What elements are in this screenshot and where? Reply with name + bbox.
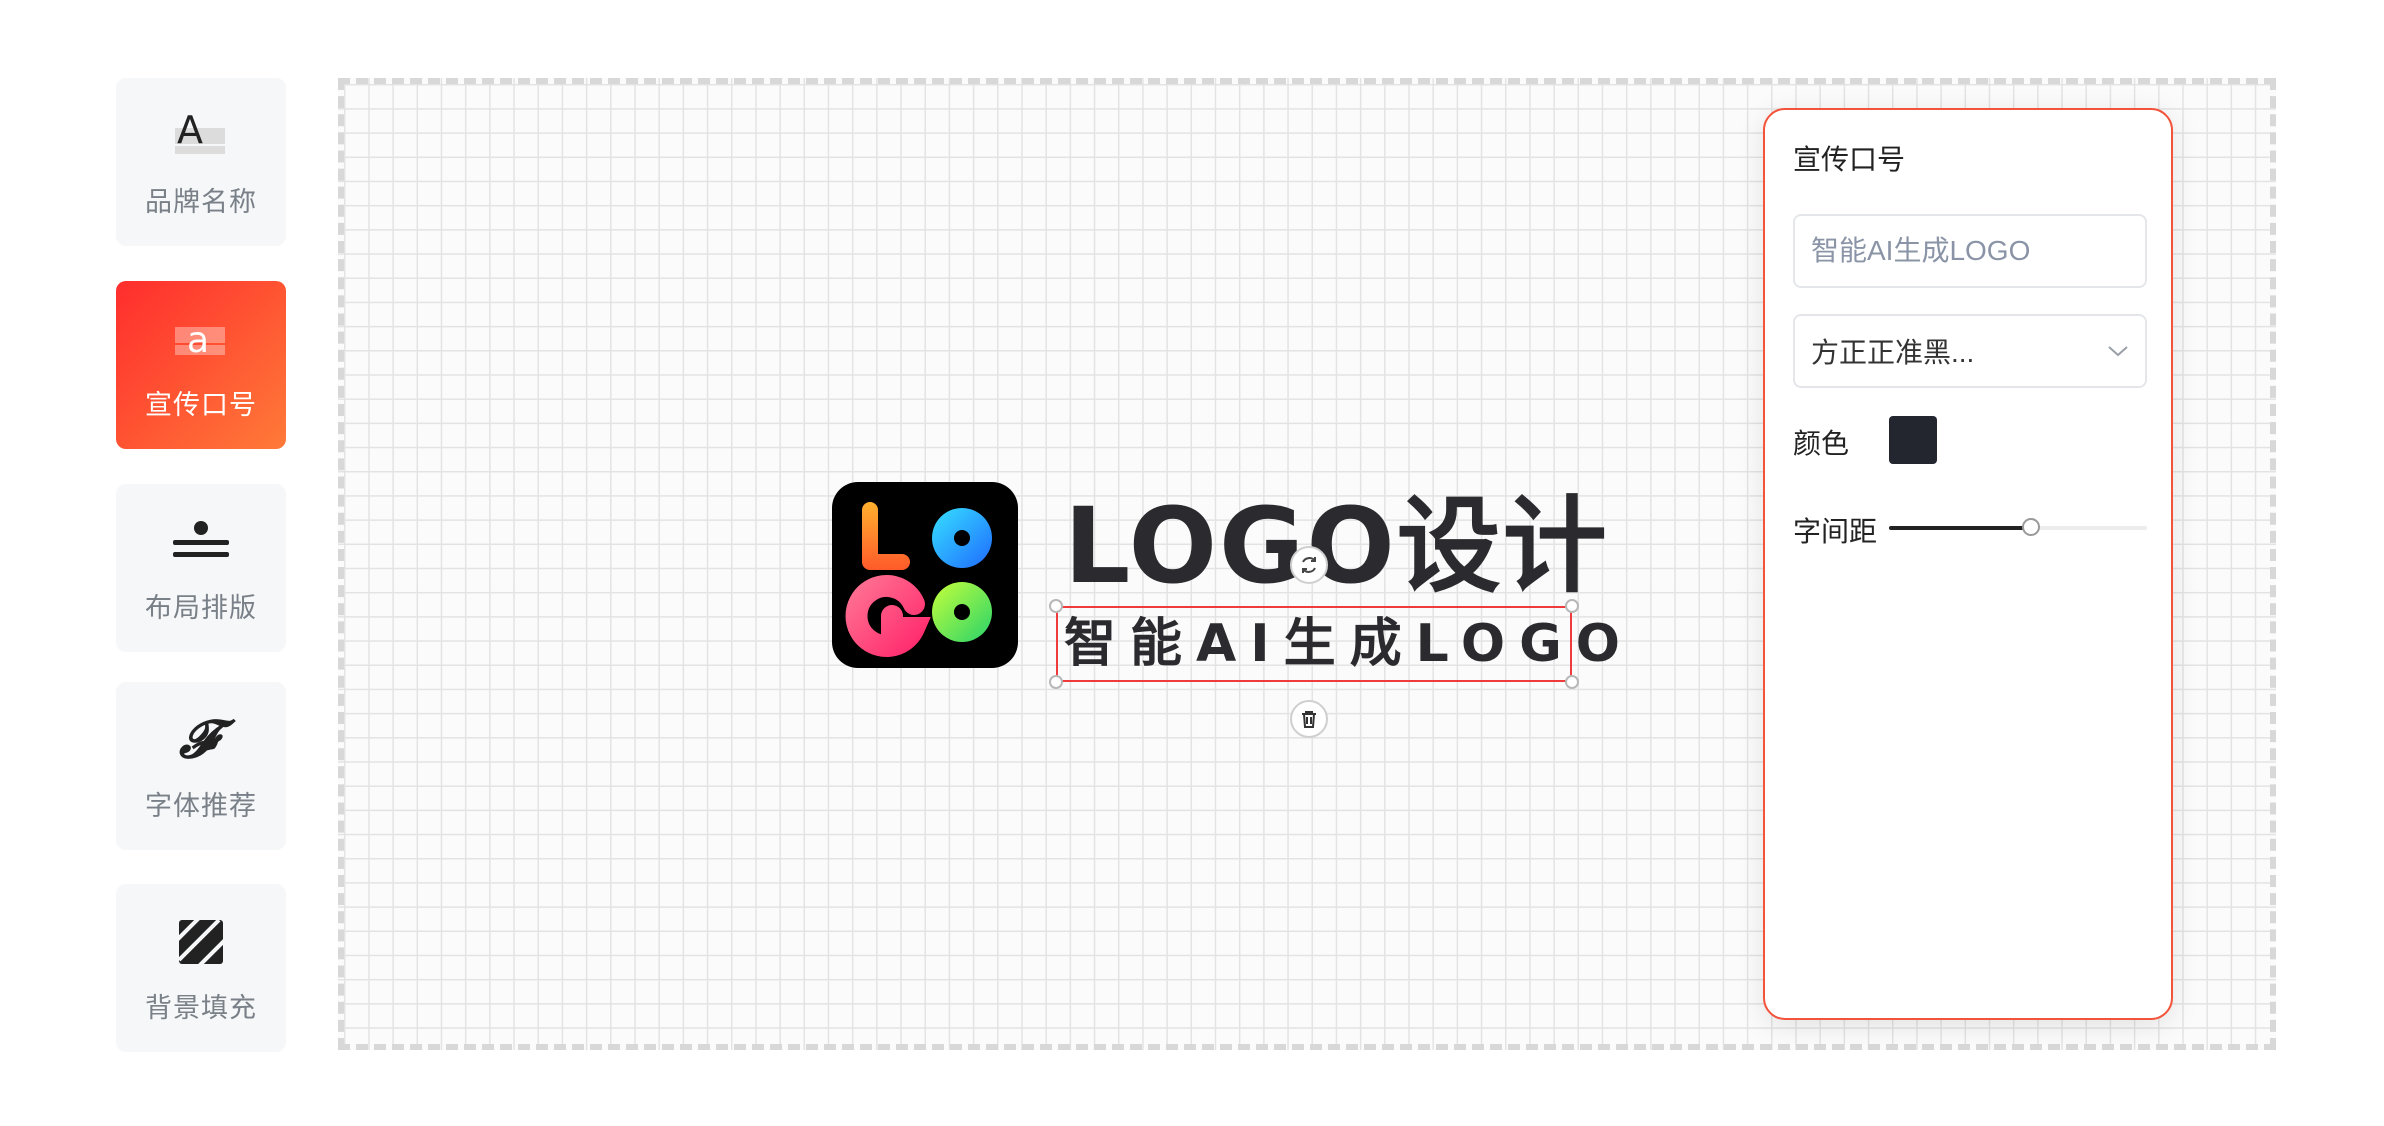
trash-icon — [1302, 711, 1316, 728]
rotate-icon — [1302, 557, 1316, 573]
slogan-text[interactable]: 智能AI生成LOGO — [1064, 612, 1620, 676]
layout-icon — [171, 512, 231, 572]
sidebar-item-layout[interactable]: 布局排版 — [116, 484, 286, 652]
letter-spacing-label: 字间距 — [1793, 516, 1878, 547]
resize-handle-top-left[interactable] — [1049, 599, 1063, 613]
background-fill-icon — [171, 912, 231, 972]
slogan-selection[interactable]: 智能AI生成LOGO — [1056, 606, 1620, 682]
sidebar-item-background-fill[interactable]: 背景填充 — [116, 884, 286, 1052]
font-icon: 𝓕 — [179, 708, 218, 770]
color-label: 颜色 — [1793, 428, 1850, 459]
brand-name-icon: A — [171, 106, 231, 166]
logo-mark[interactable] — [832, 482, 1018, 668]
resize-handle-top-right[interactable] — [1565, 599, 1579, 613]
rotate-button[interactable] — [1290, 546, 1328, 584]
color-swatch[interactable] — [1889, 416, 1937, 464]
resize-handle-bottom-right[interactable] — [1565, 675, 1579, 689]
slogan-icon: a — [171, 309, 231, 369]
sidebar-item-label: 背景填充 — [145, 992, 257, 1023]
sidebar-item-font[interactable]: 𝓕 字体推荐 — [116, 682, 286, 850]
sidebar-item-label: 品牌名称 — [145, 186, 257, 217]
slogan-input[interactable] — [1793, 214, 2147, 288]
brand-name-text[interactable]: LOGO设计 — [1064, 486, 1609, 606]
sidebar-item-label: 布局排版 — [145, 592, 257, 623]
sidebar-item-label: 字体推荐 — [145, 790, 257, 821]
panel-title: 宣传口号 — [1793, 144, 1906, 175]
chevron-down-icon — [2108, 346, 2128, 357]
slider-fill — [1889, 526, 2031, 530]
resize-handle-bottom-left[interactable] — [1049, 675, 1063, 689]
properties-panel: 宣传口号 方正正准黑... 颜色 字间距 — [1763, 108, 2173, 1020]
delete-button[interactable] — [1290, 700, 1328, 738]
sidebar-item-label: 宣传口号 — [145, 389, 257, 420]
sidebar-item-brand-name[interactable]: A 品牌名称 — [116, 78, 286, 246]
font-select-value: 方正正准黑... — [1811, 337, 1975, 368]
font-select[interactable]: 方正正准黑... — [1793, 314, 2147, 388]
sidebar-item-slogan[interactable]: a 宣传口号 — [116, 281, 286, 449]
slider-thumb[interactable] — [2021, 518, 2040, 536]
letter-spacing-slider[interactable] — [1889, 518, 2147, 536]
